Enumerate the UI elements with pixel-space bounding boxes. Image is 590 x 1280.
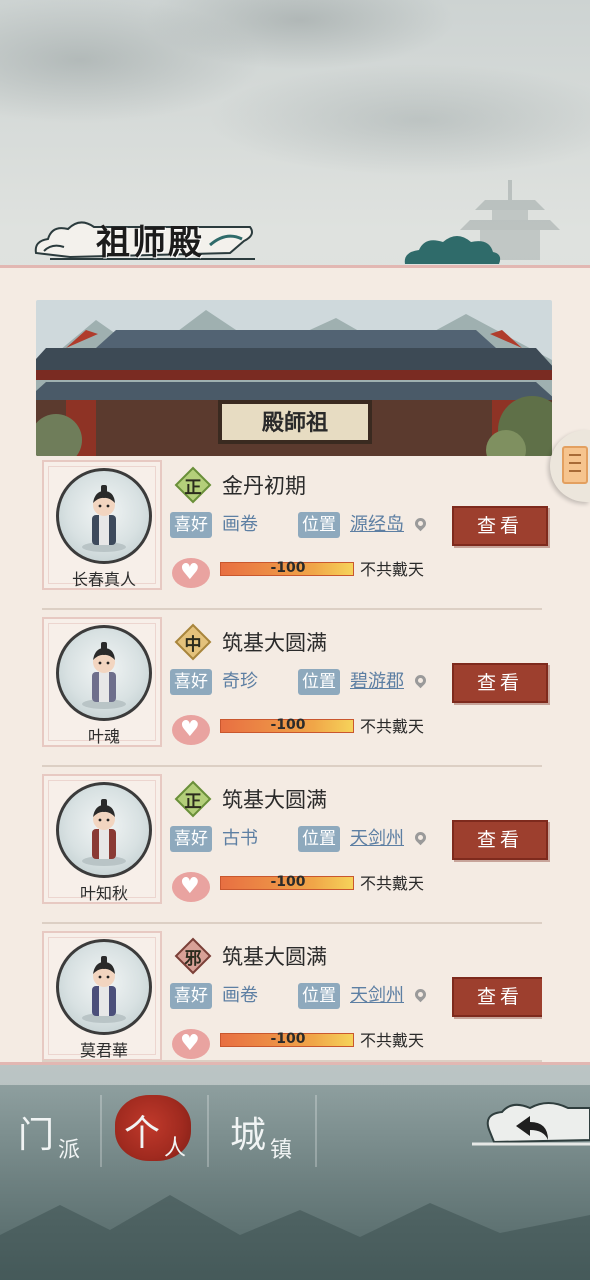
back-button[interactable] [472,1092,590,1156]
hobby-value: 画卷 [222,514,258,535]
favor-bar: -100 [220,560,354,576]
hobby-value: 奇珍 [222,671,258,692]
ancestor-hall-banner: 殿師祖 [36,300,552,456]
faction-badge: 正 [174,780,212,818]
favor-value: -100 [270,717,306,733]
view-button[interactable]: 查看 [452,977,542,1017]
view-button[interactable]: 查看 [452,663,548,703]
portrait-frame[interactable]: 叶魂 [42,617,162,747]
cultivation-realm: 筑基大圆满 [222,788,327,812]
favor-value: -100 [270,874,306,890]
nav-town-small: 镇 [270,1138,293,1163]
nav-sect-small: 派 [58,1138,81,1163]
location-tag: 位置 [298,512,340,538]
faction-label: 中 [184,635,202,655]
faction-label: 正 [184,792,202,812]
relation-status: 不共戴天 [360,874,425,893]
row-divider [42,1060,542,1062]
hobby-tag: 喜好 [170,669,212,695]
row-divider [42,922,542,924]
favor-bar: -100 [220,874,354,890]
faction-badge: 正 [174,466,212,504]
location-tag: 位置 [298,826,340,852]
character-row: 莫君華 邪 筑基大圆满 喜好 画卷 位置 天剑州 ♥ -100 不共戴天 查看 [42,931,542,1062]
favor-heart-icon: ♥ [172,868,212,904]
faction-label: 邪 [184,949,202,969]
hobby-tag: 喜好 [170,983,212,1009]
favor-heart-icon: ♥ [172,711,212,747]
location-link[interactable]: 碧游郡 [350,669,404,695]
character-name: 长春真人 [71,570,136,589]
character-row: 叶魂 中 筑基大圆满 喜好 奇珍 位置 碧游郡 ♥ -100 不共戴天 查看 [42,617,548,767]
nav-tab-personal[interactable]: 个 人 [116,1092,216,1170]
nav-divider [315,1095,317,1167]
faction-badge: 中 [174,623,212,661]
nav-divider [207,1095,209,1167]
character-row: 叶知秋 正 筑基大圆满 喜好 古书 位置 天剑州 ♥ -100 不共戴天 查看 [42,774,548,924]
nav-personal-big: 个 [124,1113,161,1154]
relation-status: 不共戴天 [360,717,425,736]
cultivation-realm: 金丹初期 [222,474,306,498]
hobby-tag: 喜好 [170,826,212,852]
portrait-frame[interactable]: 长春真人 [42,460,162,590]
view-button[interactable]: 查看 [452,820,548,860]
favor-bar: -100 [220,717,354,733]
location-pin-icon[interactable] [414,832,427,848]
nav-sect-big: 门 [18,1115,55,1156]
nav-personal-small: 人 [164,1136,187,1161]
view-button[interactable]: 查看 [452,506,548,546]
character-sprite [82,485,126,552]
nav-divider [100,1095,102,1167]
nav-tab-sect[interactable]: 门 派 [14,1092,114,1170]
page-title-banner: 祖师殿 [30,205,260,267]
hobby-tag: 喜好 [170,512,212,538]
location-link[interactable]: 天剑州 [350,826,404,852]
location-tag: 位置 [298,669,340,695]
character-name: 叶知秋 [79,884,128,903]
cloud-icon [404,236,501,264]
row-divider [42,765,542,767]
character-sprite [82,799,126,866]
location-link[interactable]: 源经岛 [350,512,404,538]
favor-bar: -100 [220,1031,354,1047]
avatar [56,782,152,878]
character-name: 叶魂 [87,727,120,746]
relation-status: 不共戴天 [360,1031,425,1050]
hobby-value: 古书 [222,828,258,849]
favor-value: -100 [270,560,306,576]
relation-status: 不共戴天 [360,560,425,579]
character-sprite [82,956,126,1023]
hobby-value: 画卷 [222,985,258,1006]
favor-value: -100 [270,1031,306,1047]
mountain-scenery [0,1195,590,1280]
portrait-frame[interactable]: 莫君華 [42,931,162,1061]
location-tag: 位置 [298,983,340,1009]
nav-town-big: 城 [230,1115,267,1156]
location-link[interactable]: 天剑州 [350,983,404,1009]
nav-tab-town[interactable]: 城 镇 [222,1092,322,1170]
favor-heart-icon: ♥ [172,1025,212,1061]
portrait-frame[interactable]: 叶知秋 [42,774,162,904]
character-sprite [82,642,126,709]
hall-plaque: 殿師祖 [261,410,328,436]
favor-heart-icon: ♥ [172,554,212,590]
character-row: 长春真人 正 金丹初期 喜好 画卷 位置 源经岛 ♥ -100 不共戴天 查看 [42,460,548,610]
row-divider [42,608,542,610]
avatar [56,625,152,721]
avatar [56,939,152,1035]
location-pin-icon[interactable] [414,518,427,534]
location-pin-icon[interactable] [414,675,427,691]
cultivation-realm: 筑基大圆满 [222,945,327,969]
faction-label: 正 [184,478,202,498]
character-name: 莫君華 [79,1041,128,1060]
document-icon [562,446,588,484]
avatar [56,468,152,564]
page-title: 祖师殿 [96,223,204,263]
faction-badge: 邪 [174,937,212,975]
location-pin-icon[interactable] [414,989,427,1005]
cultivation-realm: 筑基大圆满 [222,631,327,655]
